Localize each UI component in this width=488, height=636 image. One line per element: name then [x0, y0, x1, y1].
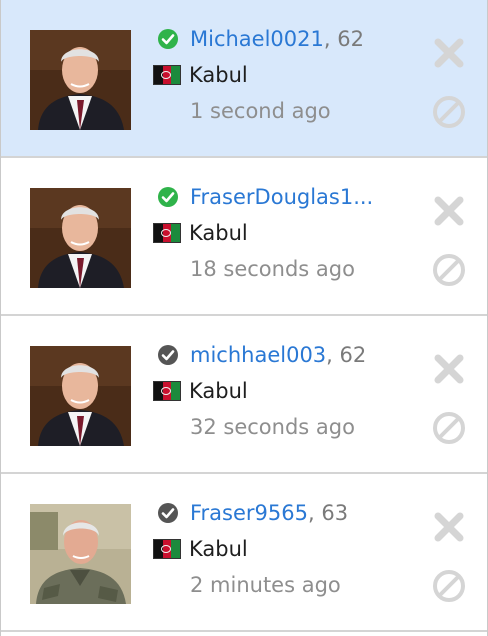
close-icon — [434, 38, 464, 68]
user-location: Kabul — [189, 537, 248, 561]
block-icon — [433, 96, 465, 128]
user-row[interactable]: Fraser9565, 63 Kabul 2 minutes ago — [1, 474, 487, 632]
username-link[interactable]: Michael0021 — [190, 27, 324, 51]
last-seen-time: 2 minutes ago — [190, 573, 341, 597]
last-seen-time: 32 seconds ago — [190, 415, 355, 439]
user-age: , 62 — [326, 343, 367, 367]
avatar[interactable] — [30, 504, 131, 604]
user-row[interactable]: FraserDouglas1... Kabul 18 seconds ago — [1, 158, 487, 316]
online-status-icon — [157, 28, 179, 50]
block-button[interactable] — [432, 411, 466, 445]
user-age: , 62 — [323, 27, 364, 51]
user-row[interactable]: michhael003, 62 Kabul 32 seconds ago — [1, 316, 487, 474]
close-icon — [434, 354, 464, 384]
username-link[interactable]: FraserDouglas1... — [190, 185, 373, 209]
user-location: Kabul — [189, 221, 248, 245]
user-title: Michael0021, 62 — [190, 25, 364, 53]
user-title: FraserDouglas1... — [190, 183, 373, 211]
afghanistan-flag-icon — [153, 65, 181, 85]
avatar[interactable] — [30, 346, 131, 446]
last-seen-time: 1 second ago — [190, 99, 331, 123]
username-link[interactable]: Fraser9565 — [190, 501, 308, 525]
last-seen-time: 18 seconds ago — [190, 257, 355, 281]
block-icon — [433, 412, 465, 444]
verified-status-icon — [157, 344, 179, 366]
avatar[interactable] — [30, 188, 131, 288]
afghanistan-flag-icon — [153, 539, 181, 559]
remove-button[interactable] — [433, 353, 465, 385]
verified-status-icon — [157, 502, 179, 524]
user-age: , 63 — [308, 501, 349, 525]
close-icon — [434, 196, 464, 226]
block-button[interactable] — [432, 95, 466, 129]
close-icon — [434, 512, 464, 542]
block-icon — [433, 254, 465, 286]
user-title: Fraser9565, 63 — [190, 499, 348, 527]
user-title: michhael003, 62 — [190, 341, 366, 369]
afghanistan-flag-icon — [153, 223, 181, 243]
user-row[interactable]: Michael0021, 62 Kabul 1 second ago — [1, 0, 487, 158]
avatar[interactable] — [30, 30, 131, 130]
user-list: Michael0021, 62 Kabul 1 second ago Frase… — [0, 0, 488, 636]
block-button[interactable] — [432, 569, 466, 603]
online-status-icon — [157, 186, 179, 208]
remove-button[interactable] — [433, 511, 465, 543]
username-link[interactable]: michhael003 — [190, 343, 326, 367]
afghanistan-flag-icon — [153, 381, 181, 401]
block-icon — [433, 570, 465, 602]
user-location: Kabul — [189, 379, 248, 403]
user-location: Kabul — [189, 63, 248, 87]
remove-button[interactable] — [433, 37, 465, 69]
block-button[interactable] — [432, 253, 466, 287]
remove-button[interactable] — [433, 195, 465, 227]
